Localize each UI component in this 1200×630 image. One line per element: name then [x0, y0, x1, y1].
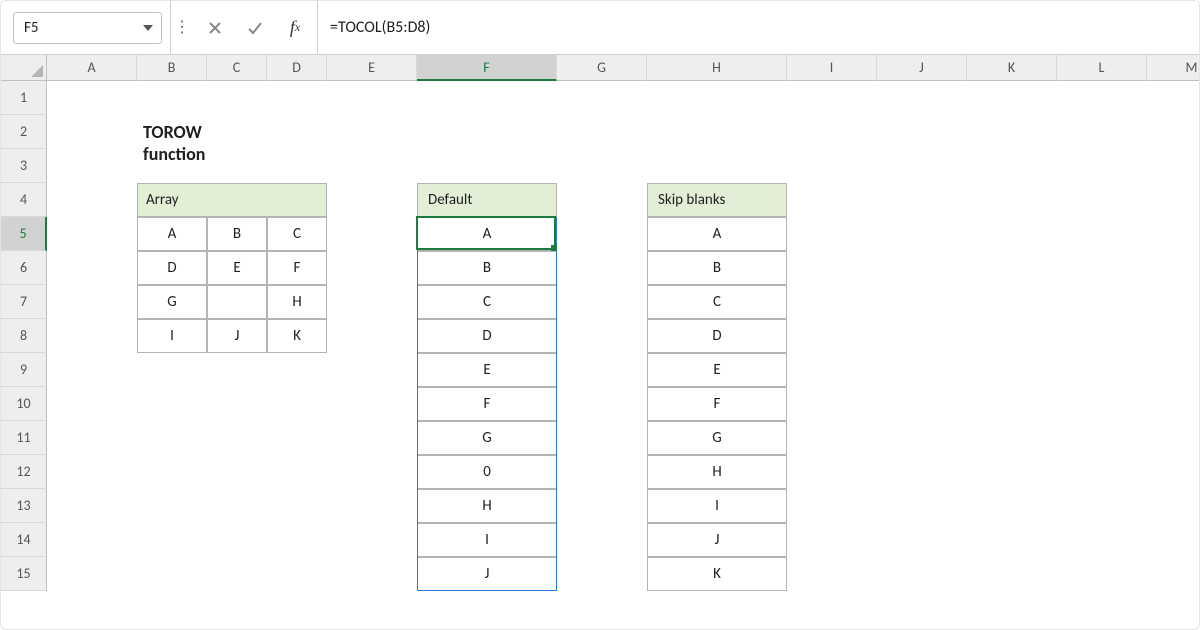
array-cell[interactable]: A — [137, 217, 207, 251]
default-cell[interactable]: F — [417, 387, 557, 421]
row-header[interactable]: 2 — [1, 115, 47, 149]
skip-cell[interactable]: H — [647, 455, 787, 489]
column-header[interactable]: M — [1147, 55, 1200, 81]
drag-handle-icon[interactable]: ⋮ — [171, 1, 193, 54]
array-cell[interactable]: B — [207, 217, 267, 251]
row-header[interactable]: 11 — [1, 421, 47, 455]
array-cell[interactable]: J — [207, 319, 267, 353]
column-header[interactable]: L — [1057, 55, 1147, 81]
chevron-down-icon — [143, 25, 153, 31]
row-header[interactable]: 7 — [1, 285, 47, 319]
array-cell[interactable]: D — [137, 251, 207, 285]
default-cell[interactable]: C — [417, 285, 557, 319]
default-header[interactable]: Default — [417, 183, 557, 217]
array-cell[interactable]: K — [267, 319, 327, 353]
page-title: TOROW function — [143, 121, 205, 165]
skip-cell[interactable]: E — [647, 353, 787, 387]
row-header[interactable]: 1 — [1, 81, 47, 115]
column-header[interactable]: E — [327, 55, 417, 81]
default-cell[interactable]: A — [417, 217, 557, 251]
skip-cell[interactable]: K — [647, 557, 787, 591]
column-header[interactable]: K — [967, 55, 1057, 81]
skip-cell[interactable]: B — [647, 251, 787, 285]
row-header[interactable]: 3 — [1, 149, 47, 183]
skip-cell[interactable]: F — [647, 387, 787, 421]
default-cell[interactable]: D — [417, 319, 557, 353]
default-cell[interactable]: J — [417, 557, 557, 591]
array-header[interactable]: Array — [137, 183, 327, 217]
default-cell[interactable]: E — [417, 353, 557, 387]
row-header[interactable]: 6 — [1, 251, 47, 285]
insert-function-icon[interactable]: fx — [281, 14, 309, 42]
row-headers: 123456789101112131415 — [1, 81, 47, 591]
column-header[interactable]: C — [207, 55, 267, 81]
column-header[interactable]: I — [787, 55, 877, 81]
default-cell[interactable]: G — [417, 421, 557, 455]
spreadsheet-grid[interactable]: ABCDEFGHIJKLM 123456789101112131415 TORO… — [1, 55, 1199, 629]
skip-cell[interactable]: I — [647, 489, 787, 523]
formula-input[interactable] — [318, 1, 1199, 54]
column-header[interactable]: H — [647, 55, 787, 81]
column-header[interactable]: G — [557, 55, 647, 81]
array-cell[interactable]: G — [137, 285, 207, 319]
skip-cell[interactable]: D — [647, 319, 787, 353]
name-box-wrap: F5 — [1, 1, 171, 54]
default-cell[interactable]: B — [417, 251, 557, 285]
skip-cell[interactable]: C — [647, 285, 787, 319]
row-header[interactable]: 4 — [1, 183, 47, 217]
row-header[interactable]: 5 — [1, 217, 47, 251]
array-cell[interactable]: C — [267, 217, 327, 251]
default-cell[interactable]: H — [417, 489, 557, 523]
array-cell[interactable]: F — [267, 251, 327, 285]
array-cell[interactable]: I — [137, 319, 207, 353]
row-header[interactable]: 14 — [1, 523, 47, 557]
column-header[interactable]: F — [417, 55, 557, 81]
row-header[interactable]: 13 — [1, 489, 47, 523]
default-cell[interactable]: 0 — [417, 455, 557, 489]
skip-header[interactable]: Skip blanks — [647, 183, 787, 217]
column-header[interactable]: A — [47, 55, 137, 81]
row-header[interactable]: 10 — [1, 387, 47, 421]
name-box[interactable]: F5 — [13, 12, 162, 44]
array-cell[interactable] — [207, 285, 267, 319]
formula-bar: F5 ⋮ fx — [1, 1, 1199, 55]
default-cell[interactable]: I — [417, 523, 557, 557]
skip-cell[interactable]: A — [647, 217, 787, 251]
row-header[interactable]: 15 — [1, 557, 47, 591]
array-cell[interactable]: H — [267, 285, 327, 319]
skip-cell[interactable]: J — [647, 523, 787, 557]
enter-icon[interactable] — [241, 14, 269, 42]
column-header[interactable]: B — [137, 55, 207, 81]
row-header[interactable]: 9 — [1, 353, 47, 387]
name-box-text: F5 — [24, 19, 39, 37]
array-cell[interactable]: E — [207, 251, 267, 285]
column-headers: ABCDEFGHIJKLM — [47, 55, 1200, 81]
row-header[interactable]: 8 — [1, 319, 47, 353]
formula-bar-buttons: fx — [193, 1, 318, 54]
column-header[interactable]: D — [267, 55, 327, 81]
skip-cell[interactable]: G — [647, 421, 787, 455]
cancel-icon[interactable] — [201, 14, 229, 42]
column-header[interactable]: J — [877, 55, 967, 81]
row-header[interactable]: 12 — [1, 455, 47, 489]
app-window: F5 ⋮ fx ABCDEFGHIJKLM 123456789101112131… — [0, 0, 1200, 630]
select-all-corner[interactable] — [1, 55, 47, 81]
